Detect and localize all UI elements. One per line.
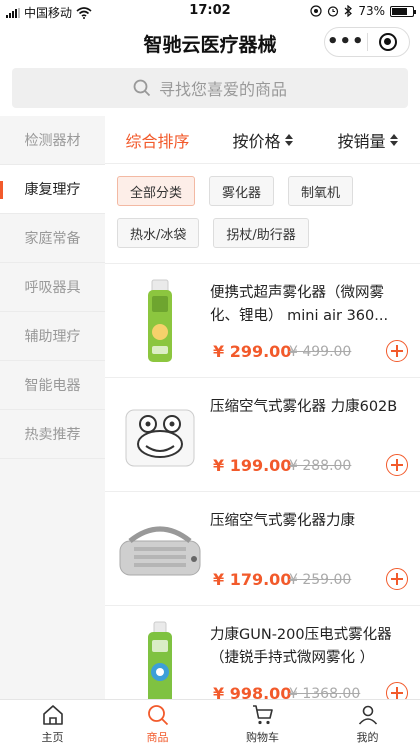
product-name: 压缩空气式雾化器力康 [210,513,355,529]
product-item[interactable]: 力康GUN-200压电式雾化器（捷锐手持式微网雾化 ） ¥ 998.00 ¥ 1… [105,606,420,699]
add-to-cart-button[interactable] [386,340,408,362]
alarm-icon [328,6,339,17]
sort-arrows-icon [389,133,398,146]
category-chip-oxygen[interactable]: 制氧机 [288,176,354,206]
category-sidebar: 检测器材 康复理疗 家庭常备 呼吸器具 辅助理疗 智能电器 热卖推荐 [0,116,105,699]
product-panel: 综合排序 按价格 按销量 全部分类 雾化器 制氧机 热水/冰袋 拐杖/助行器 便… [105,116,420,699]
location-icon [310,5,322,17]
sort-sales-label: 按销量 [337,131,386,151]
sort-price-label: 按价格 [232,131,281,151]
product-image [115,390,205,480]
sort-sales-tab[interactable]: 按销量 [315,128,420,152]
category-chip-all[interactable]: 全部分类 [117,176,196,206]
product-image [115,618,205,699]
product-original-price: ¥ 259.00 [289,572,352,588]
sort-default-label: 综合排序 [125,131,190,151]
sidebar-item-hot[interactable]: 热卖推荐 [0,410,105,459]
sort-bar: 综合排序 按价格 按销量 [105,116,420,164]
sidebar-item-detection[interactable]: 检测器材 [0,116,105,165]
tab-profile-label: 我的 [356,730,379,744]
product-image [115,276,205,366]
search-icon [147,704,168,725]
tab-home[interactable]: 主页 [0,700,105,747]
product-item[interactable]: 压缩空气式雾化器 力康602B ¥ 199.00 ¥ 288.00 [105,378,420,492]
sort-default-tab[interactable]: 综合排序 [105,128,210,152]
close-circle-icon [379,33,398,51]
tab-profile[interactable]: 我的 [315,700,420,747]
status-right: 73% [310,4,416,18]
product-item[interactable]: 便携式超声雾化器（微网雾化、锂电） mini air 360... ¥ 299.… [105,264,420,378]
search-placeholder: 寻找您喜爱的商品 [158,80,287,99]
battery-icon [390,5,416,17]
sidebar-item-rehab[interactable]: 康复理疗 [0,165,105,214]
status-bar: 中国移动 17:02 73% [0,0,420,22]
category-chip-nebulizer[interactable]: 雾化器 [209,176,275,206]
sort-price-tab[interactable]: 按价格 [210,128,315,152]
sidebar-item-household[interactable]: 家庭常备 [0,214,105,263]
home-icon [42,704,63,725]
add-to-cart-button[interactable] [386,454,408,476]
tab-cart-label: 购物车 [246,730,279,744]
sort-arrows-icon [284,133,293,146]
product-name: 压缩空气式雾化器 力康602B [210,399,398,415]
more-menu-button[interactable]: ••• [325,28,367,56]
tab-home-label: 主页 [41,730,64,744]
cart-icon [252,704,273,724]
category-filter: 全部分类 雾化器 制氧机 热水/冰袋 拐杖/助行器 [105,164,420,264]
bluetooth-icon [344,5,353,17]
category-chip-hot-cold-pack[interactable]: 热水/冰袋 [117,218,200,248]
add-to-cart-button[interactable] [386,682,408,699]
product-original-price: ¥ 499.00 [289,344,352,360]
sidebar-item-smart-appliance[interactable]: 智能电器 [0,361,105,410]
user-icon [358,705,377,725]
tab-bar: 主页 商品 购物车 我的 [0,699,420,747]
tab-cart[interactable]: 购物车 [210,700,315,747]
product-price: ¥ 998.00 [213,684,292,699]
product-price: ¥ 179.00 [213,570,292,589]
tab-products[interactable]: 商品 [105,700,210,747]
add-to-cart-button[interactable] [386,568,408,590]
nav-bar: 智驰云医疗器械 ••• [0,22,420,62]
product-name: 便携式超声雾化器（微网雾化、锂电） mini air 360... [210,285,389,324]
battery-percent: 73% [358,4,385,18]
product-item[interactable]: 压缩空气式雾化器力康 ¥ 179.00 ¥ 259.00 [105,492,420,606]
search-area: 寻找您喜爱的商品 [0,62,420,116]
close-button[interactable] [368,33,410,51]
sidebar-item-assistive[interactable]: 辅助理疗 [0,312,105,361]
product-price: ¥ 299.00 [213,342,292,361]
product-image [115,504,205,594]
mini-program-capsule: ••• [324,27,410,57]
search-icon [133,79,151,97]
product-name: 力康GUN-200压电式雾化器（捷锐手持式微网雾化 ） [210,627,392,666]
product-price: ¥ 199.00 [213,456,292,475]
search-input[interactable]: 寻找您喜爱的商品 [12,68,408,108]
category-chip-walking-aid[interactable]: 拐杖/助行器 [213,218,309,248]
sidebar-item-respiratory[interactable]: 呼吸器具 [0,263,105,312]
product-original-price: ¥ 288.00 [289,458,352,474]
product-original-price: ¥ 1368.00 [289,686,361,699]
tab-products-label: 商品 [146,730,169,744]
